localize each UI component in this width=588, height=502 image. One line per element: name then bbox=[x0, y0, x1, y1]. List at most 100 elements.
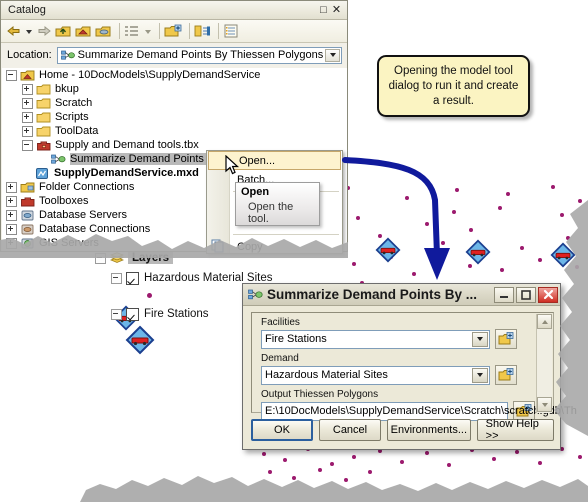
catalog-maximize-icon[interactable]: □ bbox=[317, 4, 330, 17]
location-dropdown-icon[interactable] bbox=[325, 48, 340, 62]
catalog-tree-row[interactable]: Scratch bbox=[2, 96, 347, 110]
location-combobox[interactable]: Summarize Demand Points By Thiessen Poly… bbox=[56, 46, 342, 64]
catalog-tree-row[interactable]: Home - 10DocModels\SupplyDemandService bbox=[2, 68, 347, 82]
toc-layer-expander-hazardous[interactable] bbox=[111, 272, 122, 284]
layers-icon bbox=[110, 252, 124, 264]
demand-point-symbol bbox=[560, 213, 564, 217]
demand-point-symbol bbox=[538, 258, 542, 262]
demand-point-symbol bbox=[368, 470, 372, 474]
screenshot-root: Catalog □ ✕ Location: Summarize Demand P… bbox=[0, 0, 588, 502]
connect-to-folder-icon[interactable] bbox=[164, 24, 182, 39]
catalog-tree-row[interactable]: Scripts bbox=[2, 110, 347, 124]
mouse-cursor-icon bbox=[225, 154, 241, 182]
tree-expand-icon[interactable] bbox=[22, 125, 33, 137]
demand-point-symbol bbox=[344, 478, 348, 482]
tree-expand-icon[interactable] bbox=[6, 181, 17, 193]
catalog-tree-label: Scripts bbox=[55, 111, 89, 123]
tree-collapse-icon[interactable] bbox=[22, 139, 33, 151]
callout-text: Opening the model tool dialog to run it … bbox=[388, 64, 519, 107]
default-geodatabase-icon[interactable] bbox=[95, 24, 112, 39]
gp-dialog-parameters-panel: Facilities Fire Stations Demand Hazardou… bbox=[251, 312, 577, 421]
catalog-tree-row[interactable]: ToolData bbox=[2, 124, 347, 138]
gp-close-button[interactable] bbox=[538, 286, 558, 303]
toc-layer-checkbox-hazardous[interactable] bbox=[126, 271, 139, 285]
gp-facilities-dropdown-icon[interactable] bbox=[472, 331, 488, 347]
catalog-tree-label: SupplyDemandService.mxd bbox=[54, 167, 199, 179]
demand-point-symbol bbox=[425, 451, 429, 455]
context-menu-item-copy[interactable]: Copy bbox=[207, 237, 342, 253]
demand-point-symbol bbox=[412, 272, 416, 276]
toolbar-separator-1 bbox=[119, 23, 120, 39]
catalog-titlebar: Catalog □ ✕ bbox=[1, 1, 347, 20]
gp-field-label-facilities: Facilities bbox=[261, 317, 300, 328]
gp-field-label-output: Output Thiessen Polygons bbox=[261, 389, 379, 400]
gp-output-value: E:\10DocModels\SupplyDemandService\Scrat… bbox=[265, 405, 577, 417]
demand-point-symbol bbox=[425, 222, 429, 226]
demand-point-symbol bbox=[538, 461, 542, 465]
catalog-tree-label: Database Servers bbox=[39, 209, 128, 221]
gp-scroll-down-icon[interactable] bbox=[537, 397, 552, 412]
tree-collapse-icon[interactable] bbox=[6, 69, 17, 81]
back-icon[interactable] bbox=[6, 24, 22, 39]
gp-facilities-combobox[interactable]: Fire Stations bbox=[261, 329, 490, 349]
gp-demand-combobox[interactable]: Hazardous Material Sites bbox=[261, 365, 490, 385]
tree-expand-icon[interactable] bbox=[22, 83, 33, 95]
toc-layer-expander-fire[interactable] bbox=[111, 308, 122, 320]
toc-root-expander[interactable] bbox=[95, 252, 106, 264]
demand-point-symbol bbox=[515, 450, 519, 454]
thumbnail-view-icon[interactable] bbox=[124, 24, 141, 38]
back-dropdown-icon[interactable] bbox=[25, 24, 33, 38]
catalog-tree-label: Database Connections bbox=[39, 223, 151, 235]
demand-point-symbol bbox=[283, 458, 287, 462]
tree-expand-icon[interactable] bbox=[6, 209, 17, 221]
demand-point-symbol bbox=[441, 241, 445, 245]
gp-field-row-demand: Hazardous Material Sites bbox=[252, 365, 553, 385]
toolbox-icon bbox=[36, 138, 52, 152]
gp-field-label-demand: Demand bbox=[261, 353, 299, 364]
catalog-close-icon[interactable]: ✕ bbox=[330, 4, 343, 17]
model-tool-icon bbox=[248, 289, 263, 301]
gp-scroll-up-icon[interactable] bbox=[537, 314, 552, 329]
catalog-options-icon[interactable] bbox=[223, 24, 239, 38]
home-icon[interactable] bbox=[75, 24, 92, 39]
tree-expand-icon[interactable] bbox=[22, 97, 33, 109]
gp-maximize-button[interactable] bbox=[516, 286, 536, 303]
toc-layer-checkbox-fire[interactable] bbox=[126, 307, 139, 321]
toolboxes-icon bbox=[20, 194, 36, 208]
model-tool-icon bbox=[58, 50, 75, 61]
gis-servers-icon bbox=[20, 236, 36, 250]
gp-minimize-button[interactable] bbox=[494, 286, 514, 303]
map-document-icon bbox=[35, 166, 51, 180]
tree-expand-icon[interactable] bbox=[22, 111, 33, 123]
catalog-tree-row[interactable]: bkup bbox=[2, 82, 347, 96]
catalog-tree-label: Scratch bbox=[55, 97, 93, 109]
catalog-tree-label: Supply and Demand tools.tbx bbox=[55, 139, 199, 151]
demand-point-symbol bbox=[566, 236, 570, 240]
view-dropdown-icon[interactable] bbox=[144, 24, 152, 38]
demand-point-symbol bbox=[268, 470, 272, 474]
demand-point-symbol bbox=[506, 192, 510, 196]
gp-facilities-browse-button[interactable] bbox=[495, 329, 517, 349]
tree-expand-icon[interactable] bbox=[6, 223, 17, 235]
gp-output-textbox[interactable]: E:\10DocModels\SupplyDemandService\Scrat… bbox=[261, 401, 577, 421]
forward-icon[interactable] bbox=[36, 24, 52, 39]
show-help-button[interactable]: Show Help >> bbox=[476, 418, 554, 442]
gp-facilities-value: Fire Stations bbox=[265, 333, 327, 345]
demand-point-symbol bbox=[405, 196, 409, 200]
environments-button[interactable]: Environments... bbox=[387, 419, 471, 441]
demand-point-symbol bbox=[520, 246, 524, 250]
up-one-level-icon[interactable] bbox=[55, 24, 72, 39]
gp-dialog-scrollbar[interactable] bbox=[536, 314, 552, 413]
ok-button[interactable]: OK bbox=[251, 419, 313, 441]
gp-demand-dropdown-icon[interactable] bbox=[472, 367, 488, 383]
demand-point-symbol bbox=[452, 210, 456, 214]
demand-point-symbol bbox=[352, 455, 356, 459]
cancel-button[interactable]: Cancel bbox=[319, 419, 381, 441]
tree-expand-icon[interactable] bbox=[6, 237, 17, 249]
tree-expand-icon[interactable] bbox=[6, 195, 17, 207]
toc-layer-label-fire: Fire Stations bbox=[144, 308, 209, 320]
toolbar-separator-3 bbox=[189, 23, 190, 39]
gp-demand-browse-button[interactable] bbox=[495, 365, 517, 385]
demand-point-symbol bbox=[578, 455, 582, 459]
toggle-tree-icon[interactable] bbox=[194, 24, 211, 38]
